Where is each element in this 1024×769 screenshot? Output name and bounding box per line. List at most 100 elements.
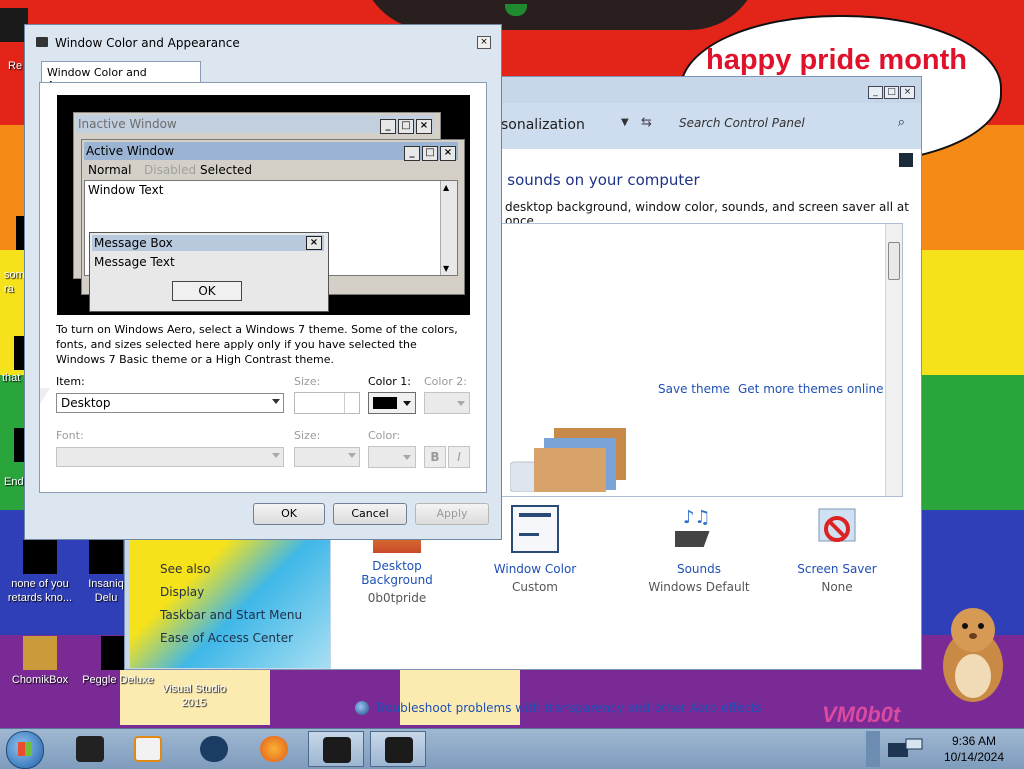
search-input[interactable]: Search Control Panel ⌕ — [671, 113, 911, 135]
sounds-item[interactable]: ♪♫ Sounds Windows Default — [639, 505, 759, 594]
taskbar-firefox-button[interactable] — [246, 731, 302, 767]
menu-selected[interactable]: Selected — [200, 163, 252, 177]
preview-message-box[interactable]: Message Box × Message Text OK — [89, 232, 329, 312]
preview-menu-bar[interactable]: Normal Disabled Selected — [84, 162, 458, 178]
refresh-icon[interactable]: ⇆ — [641, 115, 652, 130]
font-select[interactable] — [56, 447, 284, 467]
shortcut-icon — [89, 540, 123, 574]
preview-ok-button[interactable]: OK — [172, 281, 242, 301]
preview-scrollbar[interactable]: ▲ ▼ — [440, 181, 457, 275]
font-color-picker[interactable] — [368, 446, 416, 468]
search-icon[interactable]: ⌕ — [898, 115, 905, 130]
appearance-preview[interactable]: Inactive Window _ □ × Active Window _ □ × No… — [57, 95, 470, 315]
help-icon[interactable] — [899, 153, 913, 167]
breadcrumb[interactable]: sonalization — [501, 117, 585, 133]
font-size-label: Size: — [294, 429, 321, 442]
save-theme-link[interactable]: Save theme — [658, 382, 730, 396]
app-icon — [200, 736, 228, 762]
color1-picker[interactable] — [368, 392, 416, 414]
chevron-down-icon[interactable]: ▼ — [621, 117, 629, 128]
link-taskbar-start-menu[interactable]: Taskbar and Start Menu — [160, 608, 302, 622]
screen-saver-icon — [818, 508, 856, 542]
wallpaper-yellow-shape — [130, 540, 330, 668]
bold-button[interactable]: B — [424, 446, 446, 468]
close-button[interactable]: × — [477, 36, 491, 49]
font-size-select[interactable] — [294, 447, 360, 467]
theme-preview-image[interactable] — [510, 428, 628, 492]
menu-normal[interactable]: Normal — [88, 163, 131, 177]
mouse-cursor-icon — [40, 388, 50, 404]
desktop-icon-partial-label: Re — [8, 60, 23, 72]
color2-picker[interactable] — [424, 392, 470, 414]
minimize-icon: _ — [380, 119, 396, 134]
menu-disabled[interactable]: Disabled — [144, 163, 196, 177]
desktop-icon[interactable]: none of you retards kno... — [0, 540, 80, 605]
chevron-down-icon — [272, 453, 280, 458]
taskbar-app-button[interactable] — [62, 731, 118, 767]
dialog-title: Window Color and Appearance — [55, 36, 240, 50]
cancel-button[interactable]: Cancel — [333, 503, 407, 525]
screen-saver-item[interactable]: Screen Saver None — [777, 505, 897, 594]
item-value: Windows Default — [648, 580, 750, 594]
theme-list[interactable]: Save theme Get more themes online — [501, 223, 903, 497]
start-button[interactable] — [6, 731, 44, 769]
troubleshoot-icon — [355, 701, 369, 715]
inactive-title-bar[interactable]: Inactive Window _ □ × — [76, 115, 434, 134]
message-box-title-bar[interactable]: Message Box × — [92, 235, 324, 251]
color1-label: Color 1: — [368, 375, 411, 388]
desktop-icon[interactable]: ChomikBox — [0, 636, 80, 687]
inactive-caption-buttons: _ □ × — [378, 117, 432, 134]
italic-button[interactable]: I — [448, 446, 470, 468]
item-select[interactable]: Desktop — [56, 393, 284, 413]
message-box-title: Message Box — [94, 236, 173, 250]
troubleshoot-link[interactable]: Troubleshoot problems with transparency … — [375, 701, 762, 715]
get-more-themes-link[interactable]: Get more themes online — [738, 382, 884, 396]
ok-button[interactable]: OK — [253, 503, 325, 525]
active-title-bar[interactable]: Active Window _ □ × — [84, 142, 458, 161]
desktop-icon-partial-label: that — [2, 372, 21, 384]
clock-date[interactable]: 10/14/2024 — [936, 750, 1012, 764]
scroll-down-icon: ▼ — [443, 264, 450, 273]
sounds-icon: ♪♫ — [663, 507, 711, 547]
item-label: Screen Saver — [797, 562, 877, 576]
item-label: Window Color — [493, 562, 577, 576]
window-color-appearance-dialog: Window Color and Appearance × Window Col… — [24, 24, 502, 540]
maximize-button[interactable]: □ — [884, 86, 899, 99]
chevron-down-icon — [403, 455, 411, 460]
maximize-icon: □ — [398, 119, 414, 134]
tab-panel: Inactive Window _ □ × Active Window _ □ × No… — [39, 82, 487, 493]
desktop-icon[interactable]: Visual Studio 2015 — [154, 682, 234, 710]
desktop-icon-label: Peggle Deluxe — [82, 674, 154, 686]
taskbar-window-button[interactable] — [308, 731, 364, 767]
wallpaper-cream-shape — [400, 665, 520, 725]
size-stepper[interactable] — [294, 392, 360, 414]
svg-text:♪♫: ♪♫ — [683, 507, 711, 528]
minimize-button[interactable]: _ — [868, 86, 883, 99]
window-color-icon — [511, 505, 559, 553]
close-button[interactable]: × — [900, 86, 915, 99]
scrollbar[interactable] — [885, 224, 902, 496]
network-icon[interactable] — [886, 737, 926, 759]
window-icon — [323, 737, 351, 763]
taskbar-media-button[interactable] — [120, 731, 176, 767]
page-heading: d sounds on your computer — [493, 171, 700, 189]
clock-time[interactable]: 9:36 AM — [936, 734, 1012, 748]
size-label: Size: — [294, 375, 321, 388]
show-desktop-strip[interactable] — [866, 731, 880, 767]
tab-window-color-appearance[interactable]: Window Color and Appearance — [41, 61, 201, 92]
media-player-icon — [134, 736, 162, 762]
link-display[interactable]: Display — [160, 585, 204, 599]
apply-button[interactable]: Apply — [415, 503, 489, 525]
taskbar-app-button[interactable] — [186, 731, 242, 767]
chevron-down-icon — [403, 401, 411, 406]
firefox-icon — [260, 736, 288, 762]
link-ease-of-access[interactable]: Ease of Access Center — [160, 631, 293, 645]
taskbar: 9:36 AM 10/14/2024 — [0, 728, 1024, 769]
hamster-app-icon — [23, 636, 57, 670]
scrollbar-thumb[interactable] — [888, 242, 900, 280]
desktop-icon-label: ChomikBox — [11, 674, 69, 686]
close-icon: × — [416, 119, 432, 134]
taskbar-window-button[interactable] — [370, 731, 426, 767]
message-text: Message Text — [94, 255, 175, 269]
color1-swatch — [373, 397, 397, 409]
